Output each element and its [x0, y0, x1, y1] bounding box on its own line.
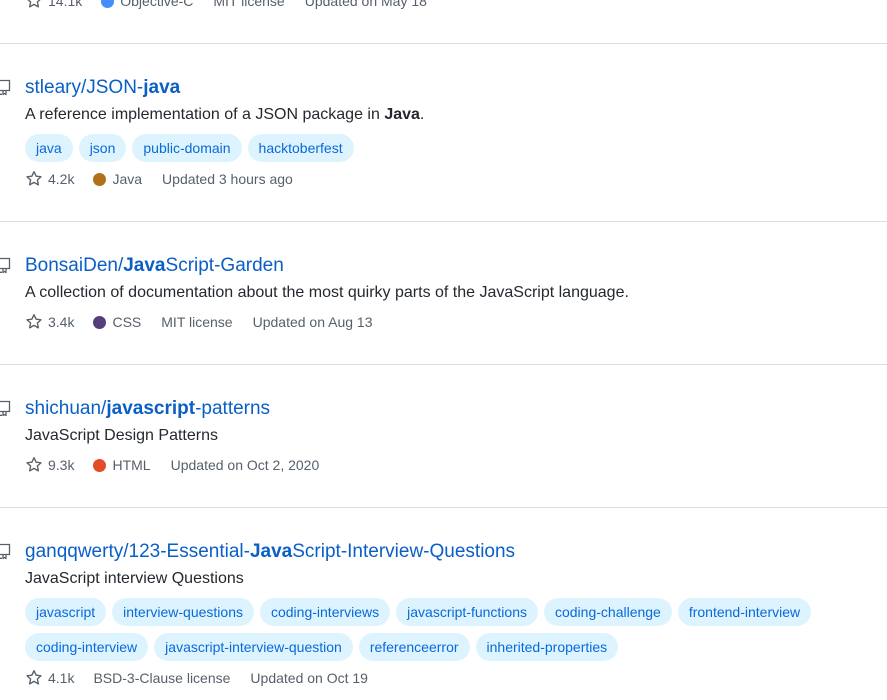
repo-meta: 4.2k Java Updated 3 hours ago	[25, 170, 293, 188]
repo-description: A collection of documentation about the …	[25, 284, 629, 301]
topic-tag[interactable]: coding-interview	[25, 633, 149, 661]
repo-icon	[0, 400, 11, 416]
topic-tag[interactable]: javascript	[25, 598, 107, 626]
divider	[0, 507, 887, 508]
star-count[interactable]: 9.3k	[48, 456, 74, 474]
language-label: Java	[112, 171, 143, 187]
repo-icon	[0, 79, 11, 95]
repo-meta: 3.4k CSS MIT license Updated on Aug 13	[25, 313, 372, 331]
star-icon[interactable]	[25, 313, 43, 331]
language-color-dot	[93, 458, 107, 472]
updated-label: Updated 3 hours ago	[162, 171, 293, 187]
language-label: CSS	[112, 314, 142, 330]
updated-label: Updated on May 18	[304, 0, 427, 9]
repo-item: shichuan/javascript-patterns JavaScript …	[0, 388, 887, 507]
topic-tag[interactable]: interview-questions	[112, 598, 254, 626]
topic-tag[interactable]: coding-interviews	[259, 598, 391, 626]
language-color-dot	[93, 315, 107, 329]
repo-title-link[interactable]: shichuan/javascript-patterns	[25, 398, 270, 420]
repo-meta: 14.1k Objective-C MIT license Updated on…	[25, 0, 427, 10]
updated-label: Updated on Oct 2, 2020	[170, 457, 320, 473]
star-count[interactable]: 14.1k	[48, 0, 82, 9]
repo-icon	[0, 257, 11, 273]
star-icon[interactable]	[25, 456, 43, 474]
search-results-list: 14.1k Objective-C MIT license Updated on…	[0, 0, 887, 700]
topic-tag[interactable]: referenceerror	[358, 633, 470, 661]
topic-tag[interactable]: inherited-properties	[475, 633, 619, 661]
star-icon[interactable]	[25, 170, 43, 188]
repo-title-link[interactable]: ganqqwerty/123-Essential-JavaScript-Inte…	[25, 541, 515, 563]
topic-tag[interactable]: public-domain	[132, 134, 242, 162]
repo-description: JavaScript Design Patterns	[25, 427, 218, 444]
repo-icon	[0, 543, 11, 559]
topic-tag[interactable]: java	[25, 134, 73, 162]
topic-tag[interactable]: javascript-interview-question	[154, 633, 353, 661]
language-color-dot	[101, 0, 115, 8]
divider	[0, 221, 887, 222]
language-color-dot	[93, 172, 107, 186]
repo-item: stleary/JSON-java A reference implementa…	[0, 67, 887, 221]
topic-list: javascript interview-questions coding-in…	[25, 598, 887, 661]
repo-description: A reference implementation of a JSON pac…	[25, 106, 425, 123]
language-label: HTML	[112, 457, 151, 473]
license-label: MIT license	[161, 314, 233, 330]
license-label: BSD-3-Clause license	[93, 670, 231, 686]
repo-item: ganqqwerty/123-Essential-JavaScript-Inte…	[0, 531, 887, 700]
star-count[interactable]: 4.1k	[48, 669, 74, 687]
divider	[0, 43, 887, 44]
topic-tag[interactable]: frontend-interview	[677, 598, 812, 626]
topic-tag[interactable]: json	[78, 134, 127, 162]
repo-title-link[interactable]: BonsaiDen/JavaScript-Garden	[25, 255, 284, 277]
repo-title-link[interactable]: stleary/JSON-java	[25, 77, 180, 99]
repo-meta: 9.3k HTML Updated on Oct 2, 2020	[25, 456, 319, 474]
updated-label: Updated on Aug 13	[252, 314, 373, 330]
star-icon[interactable]	[25, 0, 43, 10]
divider	[0, 364, 887, 365]
repo-item: BonsaiDen/JavaScript-Garden A collection…	[0, 245, 887, 364]
license-label: MIT license	[213, 0, 285, 9]
topic-tag[interactable]: coding-challenge	[543, 598, 672, 626]
repo-meta: 4.1k BSD-3-Clause license Updated on Oct…	[25, 669, 368, 687]
repo-description: JavaScript interview Questions	[25, 570, 244, 587]
topic-tag[interactable]: hacktoberfest	[247, 134, 354, 162]
star-icon[interactable]	[25, 669, 43, 687]
star-count[interactable]: 3.4k	[48, 313, 74, 331]
star-count[interactable]: 4.2k	[48, 170, 74, 188]
updated-label: Updated on Oct 19	[250, 670, 368, 686]
language-label: Objective-C	[120, 0, 194, 9]
topic-list: java json public-domain hacktoberfest	[25, 134, 887, 162]
topic-tag[interactable]: javascript-functions	[396, 598, 538, 626]
